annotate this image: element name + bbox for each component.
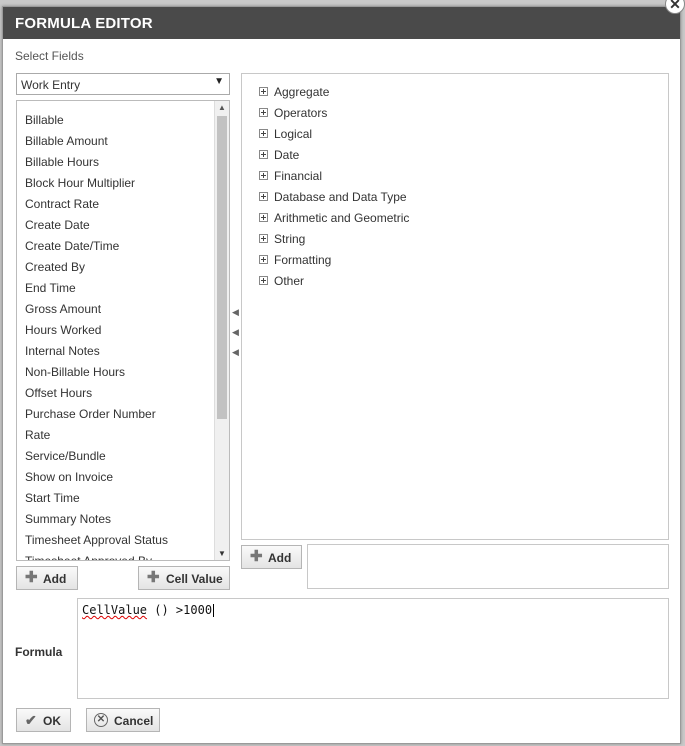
- text-caret: [213, 604, 215, 617]
- entity-select[interactable]: Work Entry ▼: [16, 73, 230, 95]
- expand-icon[interactable]: [259, 192, 268, 202]
- add-function-label: Add: [268, 551, 292, 565]
- expand-icon[interactable]: [259, 171, 268, 181]
- cell-value-label: Cell Value: [166, 572, 223, 586]
- function-category[interactable]: Database and Data Type: [259, 189, 409, 210]
- dialog-title: FORMULA EDITOR: [15, 15, 153, 32]
- function-category[interactable]: Operators: [259, 105, 409, 126]
- field-list-item[interactable]: Service/Bundle: [17, 448, 213, 469]
- function-category[interactable]: Formatting: [259, 252, 409, 273]
- function-description-box: [307, 544, 669, 589]
- field-list-item[interactable]: Create Date/Time: [17, 238, 213, 259]
- ok-button[interactable]: ✔ OK: [16, 708, 71, 732]
- field-list-item[interactable]: Start Time: [17, 490, 213, 511]
- field-list-item[interactable]: Create Date: [17, 217, 213, 238]
- dialog-titlebar: FORMULA EDITOR: [3, 7, 680, 39]
- formula-rest: () >1000: [147, 603, 213, 617]
- field-list-item[interactable]: Timesheet Approved By: [17, 553, 213, 560]
- field-list-item[interactable]: Billable Amount: [17, 133, 213, 154]
- formula-function-name: CellValue: [82, 603, 148, 617]
- function-category-label: Aggregate: [274, 85, 330, 99]
- function-category[interactable]: Logical: [259, 126, 409, 147]
- field-list-item[interactable]: Timesheet Approval Status: [17, 532, 213, 553]
- field-list-item[interactable]: Block Hour Multiplier: [17, 175, 213, 196]
- field-list-item[interactable]: Non-Billable Hours: [17, 364, 213, 385]
- field-list-item[interactable]: Gross Amount: [17, 301, 213, 322]
- field-list-item[interactable]: Billable Hours: [17, 154, 213, 175]
- field-list-item[interactable]: Summary Notes: [17, 511, 213, 532]
- add-field-button[interactable]: ✚ Add: [16, 566, 78, 590]
- cancel-button[interactable]: ✕ Cancel: [86, 708, 160, 732]
- expand-icon[interactable]: [259, 213, 268, 223]
- scroll-up-icon[interactable]: ▲: [218, 103, 226, 112]
- expand-icon[interactable]: [259, 255, 268, 265]
- close-icon[interactable]: ✕: [665, 0, 685, 14]
- function-category-label: Formatting: [274, 253, 332, 267]
- cancel-label: Cancel: [114, 714, 154, 728]
- function-category-label: Date: [274, 148, 300, 162]
- field-list-item[interactable]: Offset Hours: [17, 385, 213, 406]
- function-category-label: Financial: [274, 169, 323, 183]
- function-category[interactable]: Date: [259, 147, 409, 168]
- cancel-icon: ✕: [94, 713, 108, 727]
- formula-text[interactable]: CellValue () >1000: [82, 603, 215, 617]
- plus-icon: ✚: [25, 569, 38, 586]
- field-list-item[interactable]: Purchase Order Number: [17, 406, 213, 427]
- check-icon: ✔: [25, 712, 37, 728]
- field-list-item[interactable]: Rate: [17, 427, 213, 448]
- field-list-item[interactable]: Hours Worked: [17, 322, 213, 343]
- function-category-label: Operators: [274, 106, 328, 120]
- expand-icon[interactable]: [259, 129, 268, 139]
- function-categories: Aggregate Operators Logical Date Financial Da…: [259, 84, 409, 294]
- add-function-button[interactable]: ✚ Add: [241, 545, 302, 569]
- scrollbar-thumb[interactable]: [217, 116, 227, 419]
- scroll-down-icon[interactable]: ▼: [218, 549, 226, 558]
- expand-icon[interactable]: [259, 276, 268, 286]
- expand-icon[interactable]: [259, 234, 268, 244]
- plus-icon: ✚: [250, 548, 263, 565]
- function-category[interactable]: Aggregate: [259, 84, 409, 105]
- function-category[interactable]: String: [259, 231, 409, 252]
- field-list-item[interactable]: Show on Invoice: [17, 469, 213, 490]
- formula-editor-dialog: FORMULA EDITOR Select Fields Work Entry …: [2, 6, 681, 744]
- expand-icon[interactable]: [259, 87, 268, 97]
- entity-select-value: Work Entry: [21, 78, 81, 92]
- field-list-item[interactable]: End Time: [17, 280, 213, 301]
- field-items: Billable Billable Amount Billable Hours Blo…: [17, 112, 213, 560]
- dropdown-arrow-icon: ▼: [214, 76, 224, 87]
- expand-icon[interactable]: [259, 150, 268, 160]
- formula-label: Formula: [15, 645, 63, 659]
- field-list-item[interactable]: Billable: [17, 112, 213, 133]
- ok-label: OK: [43, 714, 61, 728]
- field-list-item[interactable]: Internal Notes: [17, 343, 213, 364]
- cell-value-button[interactable]: ✚ Cell Value: [138, 566, 230, 590]
- field-list-item[interactable]: Created By: [17, 259, 213, 280]
- formula-input[interactable]: CellValue () >1000: [77, 598, 669, 699]
- function-category[interactable]: Other: [259, 273, 409, 294]
- function-category[interactable]: Financial: [259, 168, 409, 189]
- function-tree: Aggregate Operators Logical Date Financial Da…: [241, 73, 669, 540]
- field-list-item[interactable]: Contract Rate: [17, 196, 213, 217]
- plus-icon: ✚: [147, 569, 160, 586]
- function-category-label: String: [274, 232, 306, 246]
- select-fields-label: Select Fields: [15, 49, 84, 63]
- function-category-label: Other: [274, 274, 305, 288]
- function-category-label: Database and Data Type: [274, 190, 407, 204]
- function-category-label: Arithmetic and Geometric: [274, 211, 410, 225]
- function-category[interactable]: Arithmetic and Geometric: [259, 210, 409, 231]
- add-field-label: Add: [43, 572, 67, 586]
- field-list: Billable Billable Amount Billable Hours Blo…: [16, 100, 230, 561]
- function-category-label: Logical: [274, 127, 313, 141]
- field-list-scrollbar[interactable]: ▲ ▼: [214, 101, 229, 560]
- expand-icon[interactable]: [259, 108, 268, 118]
